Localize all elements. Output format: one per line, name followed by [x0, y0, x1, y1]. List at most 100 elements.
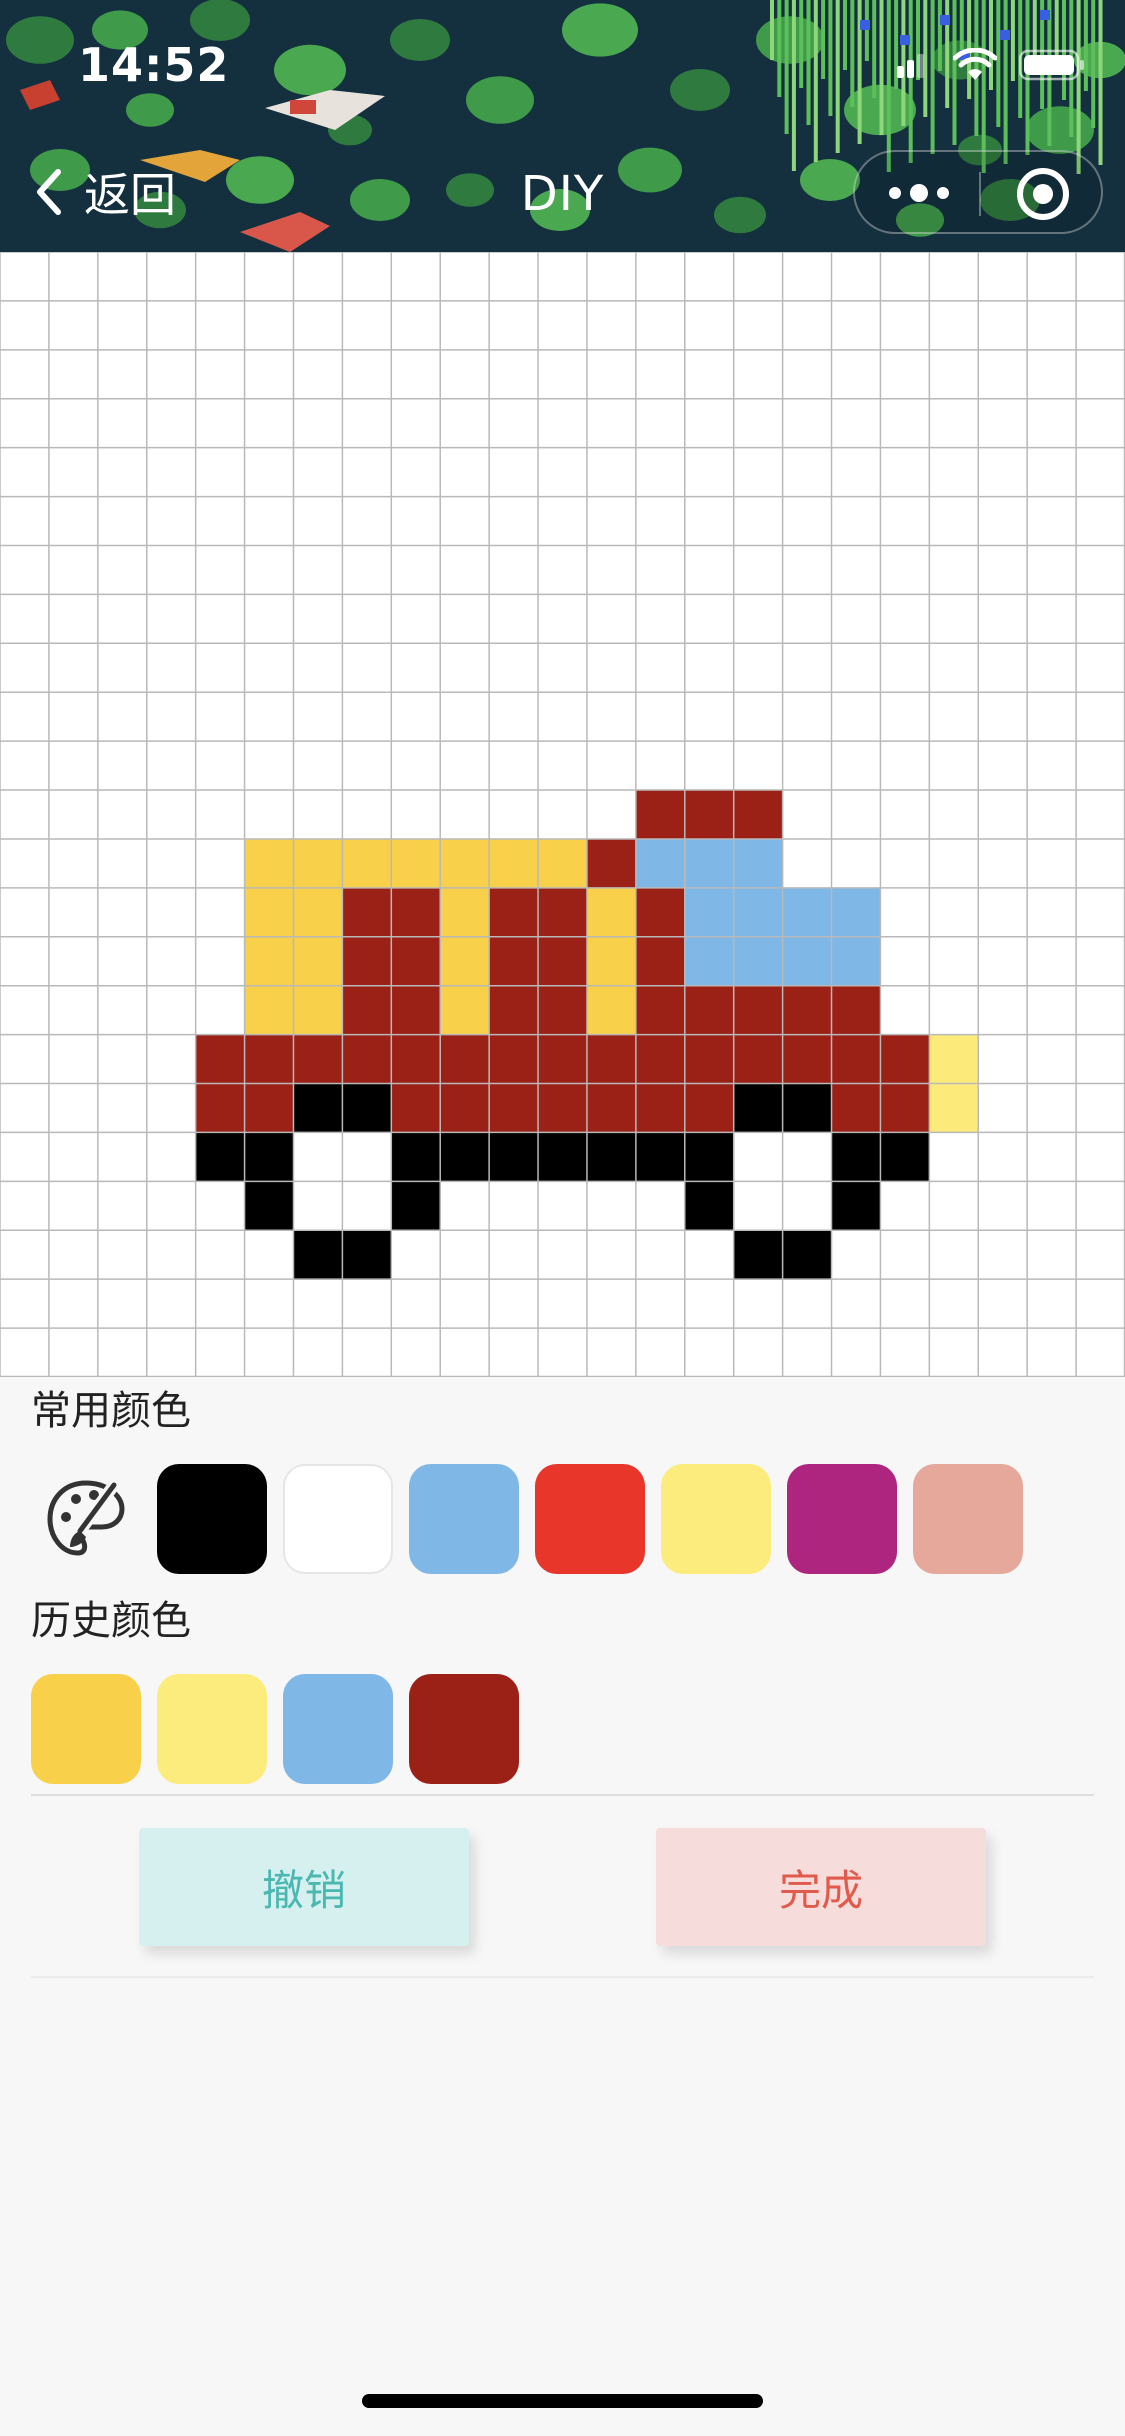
filled-pixel[interactable] [244, 1083, 294, 1133]
filled-pixel[interactable] [586, 1132, 637, 1182]
filled-pixel[interactable] [782, 1034, 833, 1085]
filled-pixel[interactable] [684, 1034, 735, 1085]
palette-brush-icon[interactable] [31, 1464, 141, 1574]
filled-pixel[interactable] [244, 1181, 294, 1231]
done-button[interactable]: 完成 [656, 1828, 986, 1946]
filled-pixel[interactable] [342, 838, 392, 889]
filled-pixel[interactable] [293, 887, 343, 938]
filled-pixel[interactable] [733, 887, 784, 938]
filled-pixel[interactable] [489, 985, 539, 1036]
filled-pixel[interactable] [538, 887, 588, 938]
filled-pixel[interactable] [635, 985, 686, 1036]
filled-pixel[interactable] [489, 1034, 539, 1085]
color-swatch[interactable] [409, 1464, 519, 1574]
filled-pixel[interactable] [733, 838, 784, 889]
filled-pixel[interactable] [684, 790, 735, 840]
filled-pixel[interactable] [342, 985, 392, 1036]
filled-pixel[interactable] [342, 1083, 392, 1133]
filled-pixel[interactable] [733, 985, 784, 1036]
filled-pixel[interactable] [440, 936, 490, 987]
history-color-swatch[interactable] [409, 1674, 519, 1784]
filled-pixel[interactable] [391, 887, 441, 938]
filled-pixel[interactable] [586, 838, 637, 889]
filled-pixel[interactable] [391, 936, 441, 987]
filled-pixel[interactable] [244, 1132, 294, 1182]
filled-pixel[interactable] [440, 887, 490, 938]
filled-pixel[interactable] [195, 1034, 246, 1085]
filled-pixel[interactable] [293, 1034, 343, 1085]
filled-pixel[interactable] [538, 936, 588, 987]
filled-pixel[interactable] [293, 936, 343, 987]
filled-pixel[interactable] [831, 936, 881, 987]
filled-pixel[interactable] [391, 985, 441, 1036]
filled-pixel[interactable] [440, 838, 490, 889]
filled-pixel[interactable] [440, 1132, 490, 1182]
filled-pixel[interactable] [391, 1132, 441, 1182]
filled-pixel[interactable] [195, 1083, 246, 1133]
filled-pixel[interactable] [684, 936, 735, 987]
filled-pixel[interactable] [391, 1034, 441, 1085]
filled-pixel[interactable] [489, 887, 539, 938]
filled-pixel[interactable] [929, 1083, 979, 1133]
filled-pixel[interactable] [831, 1181, 881, 1231]
filled-pixel[interactable] [244, 1034, 294, 1085]
filled-pixel[interactable] [342, 1034, 392, 1085]
filled-pixel[interactable] [831, 887, 881, 938]
color-swatch[interactable] [913, 1464, 1023, 1574]
undo-button[interactable]: 撤销 [139, 1828, 469, 1946]
filled-pixel[interactable] [538, 1083, 588, 1133]
filled-pixel[interactable] [391, 1181, 441, 1231]
filled-pixel[interactable] [489, 838, 539, 889]
filled-pixel[interactable] [782, 1083, 833, 1133]
filled-pixel[interactable] [831, 1132, 881, 1182]
history-color-swatch[interactable] [31, 1674, 141, 1784]
filled-pixel[interactable] [733, 936, 784, 987]
filled-pixel[interactable] [293, 1230, 343, 1280]
color-swatch[interactable] [157, 1464, 267, 1574]
filled-pixel[interactable] [635, 887, 686, 938]
filled-pixel[interactable] [538, 1132, 588, 1182]
filled-pixel[interactable] [440, 1034, 490, 1085]
filled-pixel[interactable] [831, 1034, 881, 1085]
filled-pixel[interactable] [880, 1083, 930, 1133]
filled-pixel[interactable] [489, 1083, 539, 1133]
filled-pixel[interactable] [929, 1034, 979, 1085]
filled-pixel[interactable] [195, 1132, 246, 1182]
color-swatch[interactable] [661, 1464, 771, 1574]
filled-pixel[interactable] [342, 1230, 392, 1280]
color-swatch[interactable] [283, 1464, 393, 1574]
filled-pixel[interactable] [635, 838, 686, 889]
history-color-swatch[interactable] [283, 1674, 393, 1784]
filled-pixel[interactable] [538, 1034, 588, 1085]
filled-pixel[interactable] [440, 1083, 490, 1133]
filled-pixel[interactable] [293, 1083, 343, 1133]
filled-pixel[interactable] [635, 1034, 686, 1085]
filled-pixel[interactable] [244, 838, 294, 889]
filled-pixel[interactable] [733, 1230, 784, 1280]
filled-pixel[interactable] [782, 887, 833, 938]
filled-pixel[interactable] [733, 790, 784, 840]
filled-pixel[interactable] [586, 985, 637, 1036]
color-swatch[interactable] [787, 1464, 897, 1574]
filled-pixel[interactable] [684, 887, 735, 938]
filled-pixel[interactable] [586, 1083, 637, 1133]
filled-pixel[interactable] [684, 1132, 735, 1182]
filled-pixel[interactable] [684, 1083, 735, 1133]
filled-pixel[interactable] [635, 1083, 686, 1133]
filled-pixel[interactable] [684, 1181, 735, 1231]
filled-pixel[interactable] [489, 1132, 539, 1182]
filled-pixel[interactable] [440, 985, 490, 1036]
pixel-grid[interactable] [0, 251, 1125, 1378]
filled-pixel[interactable] [782, 936, 833, 987]
filled-pixel[interactable] [880, 1034, 930, 1085]
filled-pixel[interactable] [342, 887, 392, 938]
filled-pixel[interactable] [244, 936, 294, 987]
filled-pixel[interactable] [244, 887, 294, 938]
filled-pixel[interactable] [635, 1132, 686, 1182]
filled-pixel[interactable] [635, 936, 686, 987]
filled-pixel[interactable] [880, 1132, 930, 1182]
filled-pixel[interactable] [831, 1083, 881, 1133]
filled-pixel[interactable] [538, 985, 588, 1036]
filled-pixel[interactable] [684, 838, 735, 889]
filled-pixel[interactable] [293, 838, 343, 889]
